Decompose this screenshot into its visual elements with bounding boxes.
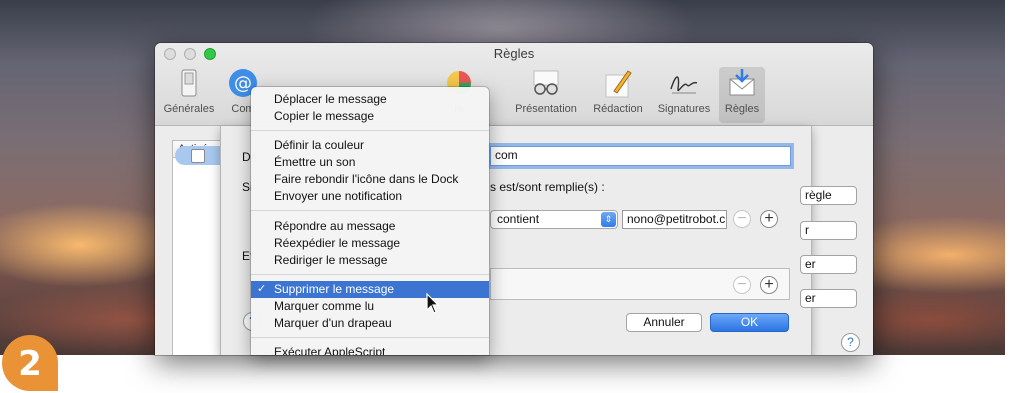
menu-item-bounce-dock-icon[interactable]: Faire rebondir l'icône dans le Dock [251,171,489,188]
rules-envelope-icon [726,67,758,99]
cancel-button[interactable]: Annuler [626,313,702,332]
remove-condition-button[interactable]: − [733,210,751,228]
menu-item-delete-message[interactable]: ✓ Supprimer le message [251,281,489,298]
edit-rule-button[interactable]: r [800,221,857,240]
add-action-button[interactable]: + [760,276,778,294]
menu-separator [251,130,489,131]
menu-separator [251,274,489,275]
menu-item-forward[interactable]: Réexpédier le message [251,235,489,252]
tab-presentation[interactable]: Présentation [509,67,583,123]
menu-item-flag[interactable]: Marquer d'un drapeau [251,315,489,332]
duplicate-rule-button[interactable]: er [800,255,857,274]
add-condition-button[interactable]: + [760,210,778,228]
remove-action-button[interactable]: − [733,276,751,294]
remove-rule-button[interactable]: er [800,289,857,308]
mouse-pointer-icon [426,293,440,314]
menu-item-run-applescript[interactable]: Exécuter AppleScript [274,346,385,355]
page-margin [1005,0,1025,391]
switch-icon [173,67,205,99]
menu-item-label: Supprimer le message [274,282,395,296]
glasses-icon [530,67,562,99]
menu-separator [251,210,489,211]
condition-operator-popup[interactable]: contient ⇕ [490,210,618,229]
menu-item-mark-read[interactable]: Marquer comme lu [251,298,489,315]
menu-item-move-message[interactable]: Déplacer le message [251,91,489,108]
tab-generales[interactable]: Générales [161,67,217,123]
window-title: Règles [493,46,535,61]
description-field[interactable]: com [490,146,791,166]
svg-text:@: @ [234,73,252,94]
tab-regles[interactable]: Règles [719,67,765,123]
menu-item-send-notification[interactable]: Envoyer une notification [251,188,489,205]
menu-item-redirect[interactable]: Rediriger le message [251,252,489,269]
rule-enabled-checkbox[interactable] [191,149,205,163]
rules-list[interactable]: Activé [172,140,222,355]
window-help-button[interactable]: ? [841,333,860,352]
checkmark-icon: ✓ [257,283,267,295]
ok-button[interactable]: OK [710,313,789,332]
add-rule-button[interactable]: règle [800,186,857,205]
action-type-menu: Déplacer le message Copier le message Dé… [251,87,489,355]
menu-item-copy-message[interactable]: Copier le message [251,108,489,125]
tab-signatures[interactable]: Signatures [653,67,715,123]
menu-separator [251,337,489,338]
condition-operator-value: contient [497,212,540,226]
menu-item-reply[interactable]: Répondre au message [251,218,489,235]
action-row: − + [490,268,790,300]
signature-icon [668,67,700,99]
step-number-badge: 2 [2,335,58,391]
menu-item-set-color[interactable]: Définir la couleur [251,137,489,154]
tab-redaction[interactable]: Rédaction [587,67,649,123]
popup-arrows-icon: ⇕ [601,212,616,227]
pencil-icon [602,67,634,99]
condition-value-field[interactable]: nono@petitrobot.c [622,210,727,229]
menu-item-play-sound[interactable]: Émettre un son [251,154,489,171]
conditions-text: s est/sont remplie(s) : [490,180,605,194]
